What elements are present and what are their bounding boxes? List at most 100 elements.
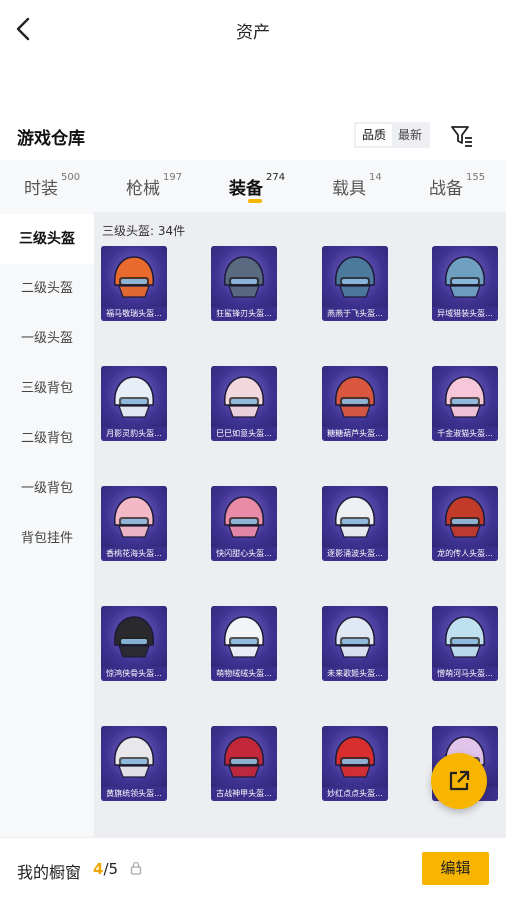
edit-button[interactable]: 编辑	[422, 852, 489, 885]
item-label: 憎萌河马头盔...	[432, 667, 498, 681]
item-label: 燕燕于飞头盔...	[322, 307, 388, 321]
filter-button[interactable]	[448, 122, 476, 150]
item-label: 福马敬瑞头盔...	[101, 307, 167, 321]
tab-label: 装备	[229, 179, 263, 199]
helmet-image	[322, 366, 388, 428]
helmet-item[interactable]: 巳巳如意头盔...	[211, 366, 277, 441]
tab-count: 274	[266, 172, 286, 183]
helmet-item[interactable]: 快闪甜心头盔...	[211, 486, 277, 561]
section-header: 游戏仓库 品质 最新	[0, 118, 506, 158]
tab-count: 500	[61, 172, 81, 183]
item-label: 惊鸿侠骨头盔...	[101, 667, 167, 681]
item-label: 黄旗统领头盔...	[101, 787, 167, 801]
helmet-image	[322, 246, 388, 308]
helmet-image	[101, 246, 167, 308]
item-grid: 三级头盔: 34件 福马敬瑞头盔... 狂鲨锋刃头盔... 燕燕于飞头盔... 异域猎…	[94, 212, 506, 837]
item-label: 萌物绒绒头盔...	[211, 667, 277, 681]
bottom-bar: 我的橱窗 4/5 编辑	[0, 837, 506, 897]
helmet-image	[101, 726, 167, 788]
sidebar-item-level3-helmet[interactable]: 三级头盔	[0, 214, 94, 264]
tab-fashion[interactable]: 时装500	[24, 172, 81, 199]
helmet-image	[432, 606, 498, 668]
helmet-item[interactable]: 古战神甲头盔...	[211, 726, 277, 801]
helmet-icon	[114, 256, 154, 298]
helmet-item[interactable]: 龙的传人头盔...	[432, 486, 498, 561]
tab-battle-prep[interactable]: 战备155	[429, 172, 486, 199]
sidebar-item-backpack-pendant[interactable]: 背包挂件	[0, 514, 94, 564]
helmet-image	[211, 726, 277, 788]
sort-option-newest[interactable]: 最新	[392, 124, 428, 146]
grid-caption: 三级头盔: 34件	[102, 224, 186, 238]
helmet-item[interactable]: 未来歌姬头盔...	[322, 606, 388, 681]
helmet-icon	[114, 616, 154, 658]
item-label: 异域猎装头盔...	[432, 307, 498, 321]
share-button[interactable]	[431, 753, 487, 809]
helmet-image	[432, 366, 498, 428]
tab-count: 14	[369, 172, 382, 183]
item-label: 狂鲨锋刃头盔...	[211, 307, 277, 321]
helmet-icon	[224, 256, 264, 298]
helmet-icon	[445, 496, 485, 538]
helmet-icon	[445, 376, 485, 418]
helmet-item[interactable]: 黄旗统领头盔...	[101, 726, 167, 801]
helmet-icon	[445, 256, 485, 298]
sidebar-item-level3-backpack[interactable]: 三级背包	[0, 364, 94, 414]
helmet-icon	[224, 496, 264, 538]
helmet-image	[432, 246, 498, 308]
tab-count: 155	[466, 172, 486, 183]
helmet-item[interactable]: 惊鸿侠骨头盔...	[101, 606, 167, 681]
showcase-count: 4/5	[93, 860, 118, 878]
tab-equipment[interactable]: 装备274	[229, 172, 286, 199]
sidebar-item-level1-helmet[interactable]: 一级头盔	[0, 314, 94, 364]
helmet-item[interactable]: 妙红点点头盔...	[322, 726, 388, 801]
showcase-current: 4	[93, 860, 104, 878]
page-title: 资产	[236, 23, 270, 43]
helmet-icon	[114, 496, 154, 538]
helmet-item[interactable]: 憎萌河马头盔...	[432, 606, 498, 681]
tab-guns[interactable]: 枪械197	[126, 172, 182, 199]
showcase-label: 我的橱窗	[17, 863, 82, 882]
helmet-item[interactable]: 千金淑猫头盔...	[432, 366, 498, 441]
item-label: 逐影涌波头盔...	[322, 547, 388, 561]
filter-icon	[451, 126, 472, 147]
helmet-item[interactable]: 糖糖葫芦头盔...	[322, 366, 388, 441]
helmet-icon	[224, 736, 264, 778]
helmet-item[interactable]: 月影灵豹头盔...	[101, 366, 167, 441]
showcase-total: /5	[103, 860, 119, 878]
helmet-item[interactable]: 香桃花海头盔...	[101, 486, 167, 561]
helmet-image	[322, 486, 388, 548]
sort-option-quality[interactable]: 品质	[356, 124, 393, 146]
helmet-item[interactable]: 逐影涌波头盔...	[322, 486, 388, 561]
helmet-icon	[445, 616, 485, 658]
helmet-image	[101, 606, 167, 668]
helmet-icon	[224, 376, 264, 418]
helmet-icon	[224, 616, 264, 658]
helmet-icon	[114, 376, 154, 418]
tab-active-indicator	[248, 199, 262, 203]
item-label: 糖糖葫芦头盔...	[322, 427, 388, 441]
tab-label: 时装	[24, 179, 58, 199]
helmet-item[interactable]: 狂鲨锋刃头盔...	[211, 246, 277, 321]
item-label: 妙红点点头盔...	[322, 787, 388, 801]
item-label: 古战神甲头盔...	[211, 787, 277, 801]
helmet-image	[322, 726, 388, 788]
tab-label: 载具	[332, 179, 366, 199]
item-label: 龙的传人头盔...	[432, 547, 498, 561]
helmet-image	[211, 486, 277, 548]
helmet-image	[211, 366, 277, 428]
sidebar-item-level2-helmet[interactable]: 二级头盔	[0, 264, 94, 314]
category-tabs: 时装500 枪械197 装备274 载具14 战备155	[0, 160, 506, 212]
item-label: 巳巳如意头盔...	[211, 427, 277, 441]
sidebar-item-level1-backpack[interactable]: 一级背包	[0, 464, 94, 514]
tab-vehicles[interactable]: 载具14	[332, 172, 382, 199]
helmet-item[interactable]: 燕燕于飞头盔...	[322, 246, 388, 321]
helmet-item[interactable]: 异域猎装头盔...	[432, 246, 498, 321]
helmet-item[interactable]: 萌物绒绒头盔...	[211, 606, 277, 681]
helmet-image	[101, 366, 167, 428]
helmet-image	[211, 606, 277, 668]
external-link-icon	[449, 770, 470, 791]
helmet-item[interactable]: 福马敬瑞头盔...	[101, 246, 167, 321]
section-title: 游戏仓库	[17, 129, 85, 149]
item-label: 千金淑猫头盔...	[432, 427, 498, 441]
sidebar-item-level2-backpack[interactable]: 二级背包	[0, 414, 94, 464]
